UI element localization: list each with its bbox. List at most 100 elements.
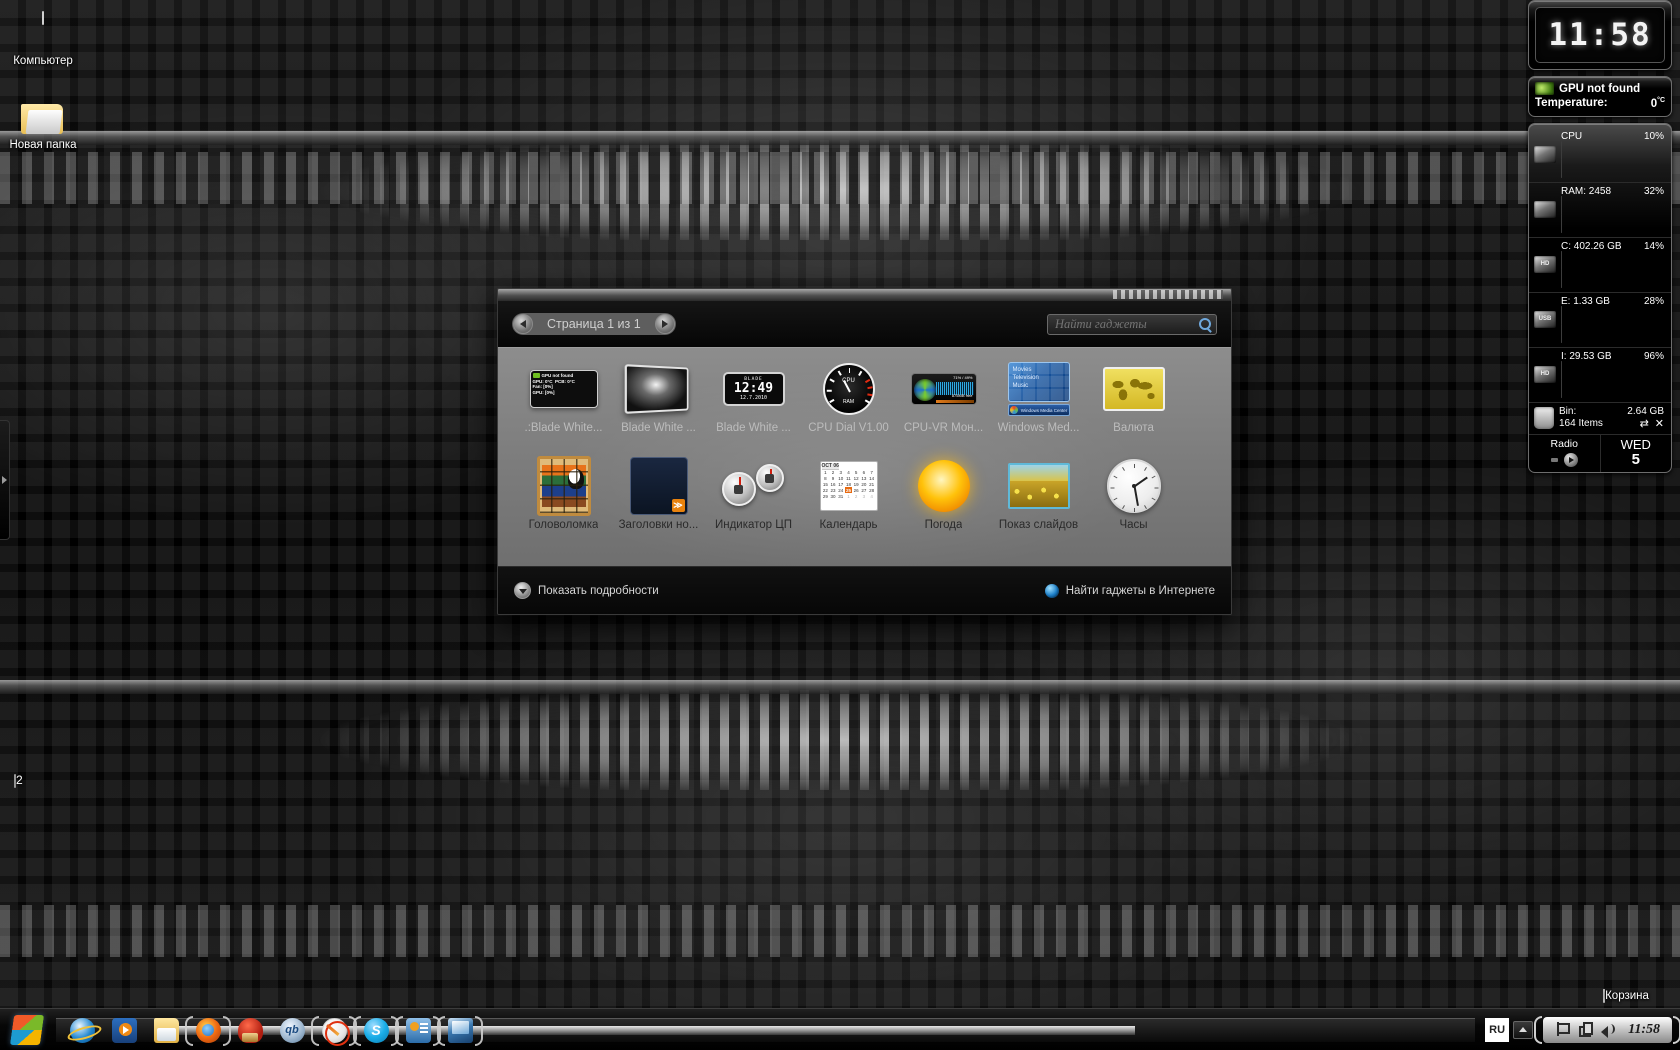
- start-button[interactable]: [4, 1011, 50, 1049]
- get-gadgets-online-label: Найти гаджеты в Интернете: [1065, 584, 1215, 597]
- resource-bar: [1561, 360, 1562, 398]
- date-gadget[interactable]: WED 5: [1601, 435, 1672, 472]
- resource-row-ram[interactable]: RAM: 2458 32%: [1529, 183, 1671, 238]
- calendar-thumb-title: ОСТ 06: [821, 463, 839, 470]
- taskbar-explorer[interactable]: [146, 1014, 186, 1046]
- gadget-tile-blade-white-clock[interactable]: BLADE 12:49 12.7.2010 Blade White ...: [706, 358, 801, 455]
- taskbar-monitor-tool[interactable]: [437, 1014, 483, 1046]
- next-page-button[interactable]: [654, 314, 675, 334]
- gadget-gallery-window[interactable]: Страница 1 из 1 GPU not found GPU: 0°C P…: [497, 288, 1232, 615]
- show-hidden-icons-button[interactable]: [1513, 1020, 1534, 1039]
- resource-row-cpu[interactable]: CPU 10%: [1529, 128, 1671, 183]
- tray-bracket-right-icon: [1673, 1015, 1680, 1044]
- gadget-tile-currency[interactable]: Валюта: [1086, 358, 1181, 455]
- gadget-tile-windows-media-center[interactable]: Movies Television Music Windows Media Cent…: [991, 358, 1086, 455]
- desktop-icon-new-folder[interactable]: Новая папка: [4, 100, 82, 152]
- cpu-meter-thumb-icon: [721, 464, 786, 508]
- taskbar-ccleaner[interactable]: [230, 1014, 270, 1046]
- taskbar-system-tool[interactable]: [395, 1014, 441, 1046]
- clock-display: 11:58: [1535, 7, 1665, 63]
- desktop-icon-recycle-bin[interactable]: Корзина: [1580, 989, 1672, 1003]
- sidebar-gadget-clock[interactable]: 11:58: [1528, 0, 1672, 70]
- gadget-tile-slideshow[interactable]: Показ слайдов: [991, 455, 1086, 552]
- gadget-tile-calendar[interactable]: ОСТ 06 1 2 3 4 5 6 7 8 9 10 11 12 13 14 15 16 17 18 19 20 21…: [801, 455, 896, 552]
- resource-value: 10%: [1643, 130, 1664, 142]
- volume-icon[interactable]: [1601, 1022, 1616, 1038]
- window-titlebar[interactable]: [498, 289, 1231, 301]
- rss-thumb-icon: ≫: [629, 457, 688, 515]
- gadget-tile-label: Валюта: [1113, 422, 1154, 434]
- gadget-tile-news-headlines[interactable]: ≫ Заголовки но...: [611, 455, 706, 552]
- sidebar-expand-handle[interactable]: [0, 420, 10, 540]
- taskbar-skype[interactable]: S: [353, 1014, 399, 1046]
- lcd-clock-thumb-icon: BLADE 12:49 12.7.2010: [722, 372, 785, 406]
- radio-gadget[interactable]: Radio: [1529, 434, 1601, 472]
- tv-thumb-icon: [624, 364, 688, 414]
- show-details-link[interactable]: Показать подробности: [514, 582, 659, 599]
- search-icon[interactable]: [1199, 317, 1211, 330]
- bin-items: 164 Items: [1559, 417, 1603, 429]
- gadget-tile-label: Blade White ...: [621, 422, 696, 434]
- language-indicator[interactable]: RU: [1485, 1017, 1510, 1042]
- radio-label: Radio: [1550, 437, 1578, 450]
- gadget-tile-label: Головоломка: [528, 519, 599, 531]
- slideshow-thumb-icon: [1007, 463, 1070, 509]
- resource-label: CPU: [1561, 130, 1583, 142]
- monitor-icon: [447, 1017, 473, 1043]
- gadget-tile-label: Часы: [1119, 519, 1148, 531]
- taskbar-firefox[interactable]: [185, 1014, 231, 1046]
- gallery-search[interactable]: [1047, 313, 1231, 335]
- date-label: 5: [1631, 450, 1640, 468]
- close-icon[interactable]: ✕: [1655, 417, 1664, 430]
- taskbar[interactable]: qb S RU 11:58: [0, 1008, 1680, 1050]
- gadget-tile-blade-white-gpu[interactable]: GPU not found GPU: 0°C PCB: 0°C Fan: [0%…: [516, 358, 611, 455]
- analog-clock-thumb-icon: [1106, 459, 1161, 513]
- radio-stop-icon[interactable]: [1550, 457, 1558, 462]
- desktop-icon-computer[interactable]: Компьютер: [4, 11, 82, 68]
- taskbar-qbittorrent[interactable]: qb: [272, 1014, 312, 1046]
- resource-row-drive-i[interactable]: HD I: 29.53 GB 96%: [1529, 348, 1671, 403]
- prev-page-button[interactable]: [513, 314, 533, 334]
- explorer-icon: [153, 1017, 179, 1043]
- resource-row-drive-c[interactable]: HD C: 402.26 GB 14%: [1529, 238, 1671, 293]
- window-grip-icon: [1113, 290, 1223, 299]
- gadget-tile-label: Показ слайдов: [998, 519, 1079, 531]
- wallpaper-edge-bottom: [0, 680, 1680, 694]
- resource-label: RAM: 2458: [1561, 185, 1612, 197]
- bin-icon: [1534, 406, 1554, 429]
- gadget-tile-cpu-vr-monitor[interactable]: 71% / 49% 875MB free CPU-VR Мон...: [896, 358, 991, 455]
- sidebar-gadget-resources[interactable]: CPU 10% RAM: 2458 32% HD C: 402.26 GB 14…: [1528, 122, 1672, 473]
- resource-row-recycle-bin[interactable]: Bin: 2.64 GB 164 Items ⇄ ✕: [1529, 403, 1671, 435]
- action-center-flag-icon[interactable]: [1555, 1022, 1571, 1037]
- resource-label: C: 402.26 GB: [1561, 240, 1622, 252]
- tray-clock[interactable]: 11:58: [1624, 1022, 1660, 1038]
- gadget-tile-weather[interactable]: Погода: [896, 455, 991, 552]
- sidebar-gadget-gpu[interactable]: GPU not found Temperature: 0°C: [1528, 76, 1672, 117]
- gadget-tile-cpu-meter[interactable]: Индикатор ЦП: [706, 455, 801, 552]
- taskbar-windows-media-player[interactable]: [104, 1014, 144, 1046]
- radio-play-icon[interactable]: [1563, 452, 1578, 467]
- network-icon[interactable]: [1578, 1022, 1594, 1037]
- gadget-sidebar: 11:58 GPU not found Temperature: 0°C CPU: [1520, 0, 1680, 479]
- gadget-tile-blade-white-tv[interactable]: Blade White ...: [611, 358, 706, 455]
- taskbar-editor[interactable]: [311, 1014, 357, 1046]
- gpu-panel-thumb-icon: GPU not found GPU: 0°C PCB: 0°C Fan: [0%…: [529, 370, 598, 408]
- gadget-tile-label: CPU Dial V1.00: [808, 422, 889, 434]
- dial-thumb-icon: CPU RAM: [822, 363, 875, 415]
- desktop-mini-widget[interactable]: 2: [14, 773, 56, 788]
- taskbar-items: qb S: [56, 1016, 1476, 1046]
- get-gadgets-online-link[interactable]: Найти гаджеты в Интернете: [1044, 583, 1215, 598]
- gadget-tile-puzzle[interactable]: Головоломка: [516, 455, 611, 552]
- taskbar-internet-explorer[interactable]: [62, 1014, 102, 1046]
- folder-icon: [21, 100, 65, 136]
- tray-bracket-left-icon: [1534, 1015, 1543, 1044]
- resource-row-drive-e[interactable]: USB E: 1.33 GB 28%: [1529, 293, 1671, 348]
- desktop[interactable]: Компьютер Новая папка 2 Корзина 11:58 GP…: [0, 0, 1680, 1050]
- gadget-tile-clock[interactable]: Часы: [1086, 455, 1181, 552]
- cpu-icon: [1534, 145, 1556, 163]
- computer-icon: [19, 11, 67, 52]
- gadget-tile-cpu-dial[interactable]: CPU RAM CPU Dial V1.00: [801, 358, 896, 455]
- rss-badge-icon: ≫: [671, 499, 685, 512]
- gadget-tile-label: .:Blade White...: [524, 422, 603, 434]
- refresh-icon[interactable]: ⇄: [1640, 417, 1649, 430]
